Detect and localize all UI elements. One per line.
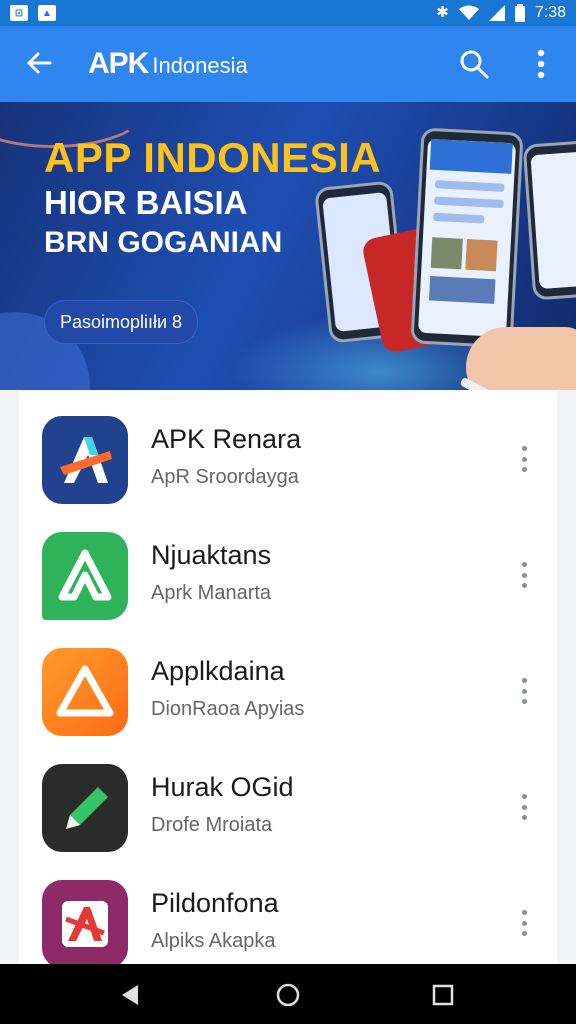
list-item[interactable]: Pildonfona Alpiks Akapka (19, 854, 557, 964)
signal-icon (488, 5, 505, 21)
nav-home-icon[interactable] (275, 982, 301, 1008)
arrow-back-icon[interactable] (24, 48, 54, 78)
app-name: Njuaktans (151, 540, 272, 570)
list-item[interactable]: Hurak OGid Drofe Mroiata (19, 738, 557, 854)
status-left-icons: ⊡ ▲ (10, 5, 56, 21)
item-overflow-menu[interactable] (515, 678, 533, 704)
bluetooth-icon: ✱ (436, 4, 449, 21)
app-name: Applkdaina (151, 656, 285, 686)
nav-recents-icon[interactable] (430, 982, 456, 1008)
nav-back-icon[interactable] (118, 982, 144, 1008)
item-overflow-menu[interactable] (515, 910, 533, 936)
search-icon[interactable] (458, 48, 490, 80)
hand-illustration (466, 327, 576, 390)
system-nav-bar (0, 964, 576, 1024)
app-name: Pildonfona (151, 888, 279, 918)
banner-subtitle-2: BRN GOGANIAN (44, 226, 283, 259)
image-icon: ▲ (38, 5, 56, 21)
item-overflow-menu[interactable] (515, 446, 533, 472)
logo-text: Indonesia (152, 53, 248, 78)
list-item[interactable]: Njuaktans Aprk Manarta (19, 506, 557, 622)
app-developer: Drofe Mroiata (151, 814, 273, 836)
apk-a-logo-icon (42, 416, 128, 504)
app-developer: DionRaoa Apyias (151, 698, 305, 720)
red-a-logo-icon (42, 880, 128, 964)
app-name: Hurak OGid (151, 772, 294, 802)
app-developer: Alpiks Akapka (151, 930, 276, 952)
app-name: APK Renara (151, 424, 302, 454)
phone-illustration (410, 127, 524, 349)
app-list: APK Renara ApR Sroordayga Njuaktans Aprk… (19, 390, 557, 964)
green-a-logo-icon (42, 532, 128, 620)
app-logo: APK Indonesia (88, 47, 248, 81)
clock: 7:38 (534, 4, 566, 21)
more-vert-icon[interactable] (526, 46, 556, 82)
green-pencil-icon (42, 764, 128, 852)
banner-button[interactable]: Pasoimopliıłи 8 (44, 300, 198, 344)
orange-triangle-icon (42, 648, 128, 736)
app-developer: ApR Sroordayga (151, 466, 299, 488)
status-bar: ⊡ ▲ ✱ 7:38 (0, 0, 576, 26)
app-bar: APK Indonesia (0, 26, 576, 102)
promo-banner[interactable]: APP INDONESIA HIOR BAISIA BRN GOGANIAN P… (0, 102, 576, 390)
status-right-icons: ✱ 7:38 (436, 4, 566, 22)
list-item[interactable]: APK Renara ApR Sroordayga (19, 390, 557, 506)
banner-subtitle-1: HIOR BAISIA (44, 184, 248, 221)
wifi-icon (458, 5, 479, 20)
battery-icon (514, 4, 525, 22)
item-overflow-menu[interactable] (515, 794, 533, 820)
notification-icon: ⊡ (10, 5, 28, 21)
banner-title: APP INDONESIA (44, 134, 382, 181)
phone-screen-content (428, 138, 513, 304)
logo-apk: APK (88, 47, 149, 80)
app-developer: Aprk Manarta (151, 582, 272, 604)
item-overflow-menu[interactable] (515, 562, 533, 588)
phone-illustration (522, 139, 576, 301)
list-item[interactable]: Applkdaina DionRaoa Apyias (19, 622, 557, 738)
